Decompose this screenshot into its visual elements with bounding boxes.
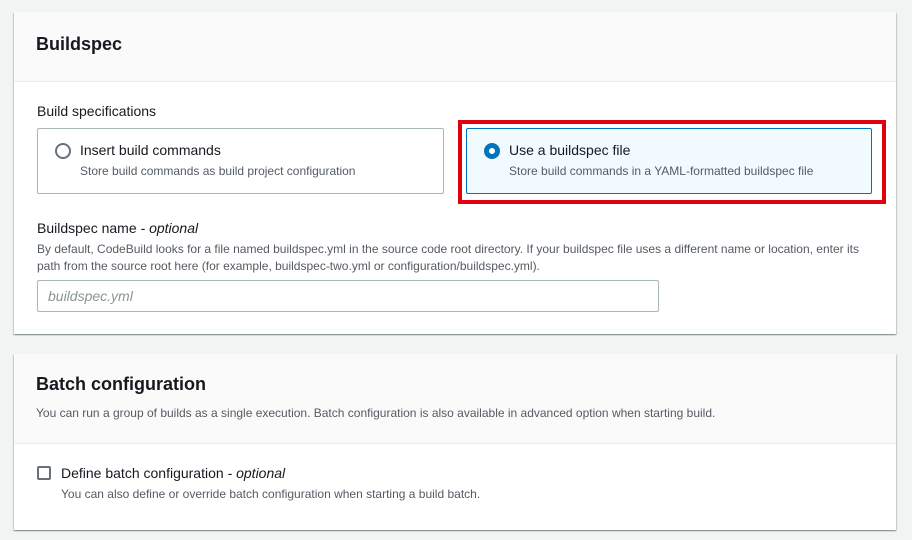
- define-batch-configuration-description: You can also define or override batch co…: [61, 487, 481, 501]
- build-specifications-label: Build specifications: [37, 103, 157, 119]
- define-batch-configuration-label-text: Define batch configuration: [61, 465, 224, 481]
- batch-configuration-title: Batch configuration: [36, 374, 206, 394]
- insert-build-commands-description: Store build commands as build project co…: [80, 164, 356, 178]
- buildspec-name-label-text: Buildspec name: [37, 220, 137, 236]
- selection-highlight-box: [458, 120, 886, 204]
- insert-build-commands-option[interactable]: Insert build commands Store build comman…: [37, 128, 444, 194]
- buildspec-panel-header: Buildspec: [14, 12, 896, 82]
- buildspec-panel: Buildspec Build specifications Insert bu…: [14, 12, 896, 334]
- buildspec-title: Buildspec: [36, 34, 123, 54]
- buildspec-name-input[interactable]: [37, 280, 659, 312]
- define-batch-configuration-label[interactable]: Define batch configuration - optional: [61, 465, 285, 481]
- insert-build-commands-radio[interactable]: [55, 143, 71, 159]
- buildspec-name-help: By default, CodeBuild looks for a file n…: [37, 242, 859, 273]
- define-batch-configuration-optional: - optional: [223, 465, 286, 481]
- batch-panel-header: Batch configuration You can run a group …: [14, 354, 896, 444]
- buildspec-name-label: Buildspec name - optional: [37, 220, 198, 236]
- define-batch-configuration-checkbox[interactable]: [37, 466, 51, 480]
- insert-build-commands-label: Insert build commands: [80, 142, 221, 158]
- batch-configuration-description: You can run a group of builds as a singl…: [36, 406, 716, 420]
- batch-configuration-panel: Batch configuration You can run a group …: [14, 354, 896, 530]
- buildspec-name-optional: - optional: [136, 220, 199, 236]
